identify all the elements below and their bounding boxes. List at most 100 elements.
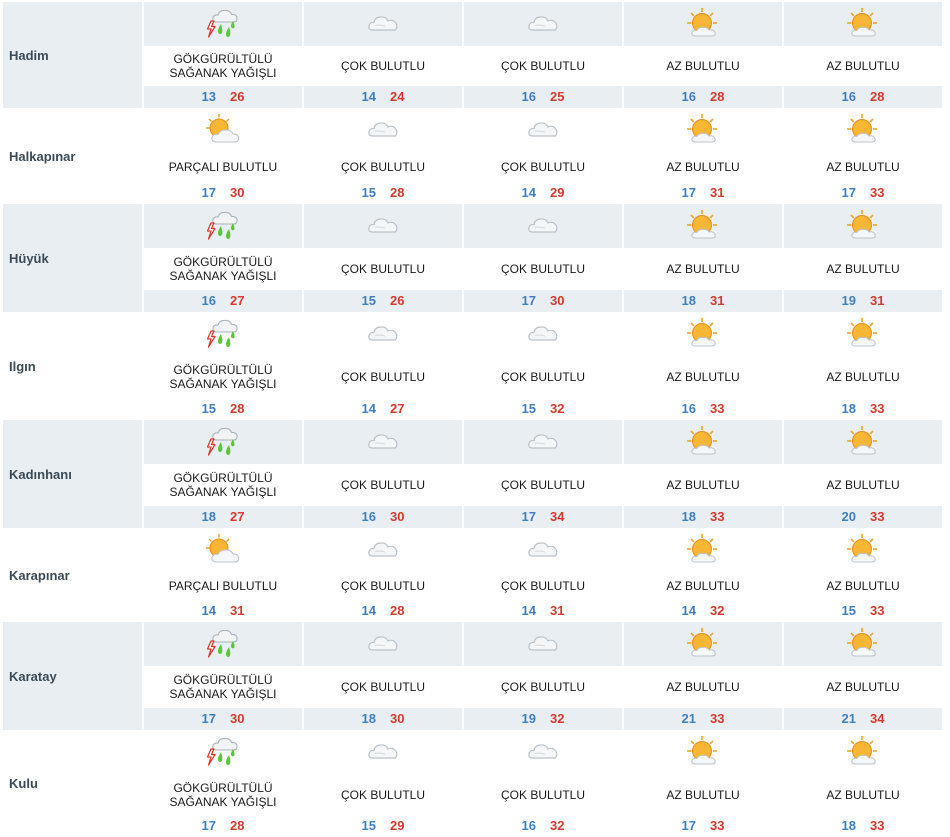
temperature-band: 19 31: [784, 290, 942, 312]
min-temp: 14: [681, 603, 696, 618]
condition-text: ÇOK BULUTLU: [340, 788, 426, 802]
condition-text: AZ BULUTLU: [826, 160, 900, 174]
min-temp: 14: [361, 401, 376, 416]
cloudy-icon: [525, 424, 561, 460]
temperature-pair: 17 30: [144, 708, 302, 730]
icon-band: [144, 420, 302, 464]
sun-cloud-icon: [685, 532, 721, 568]
icon-band: [784, 2, 942, 46]
temperature-band: 13 26: [144, 86, 302, 108]
forecast-cell: ÇOK BULUTLU 14 31: [464, 528, 622, 622]
partly-cloudy-icon: [205, 532, 241, 568]
min-temp: 19: [841, 293, 856, 308]
temperature-pair: 17 30: [464, 290, 622, 312]
icon-band: [144, 730, 302, 774]
city-name-cell: Karapınar: [3, 528, 142, 622]
thunderstorm-rain-icon: [205, 6, 241, 42]
temperature-band: 18 33: [784, 815, 942, 837]
forecast-cell: AZ BULUTLU 19 31: [784, 204, 942, 312]
forecast-cell: AZ BULUTLU 15 33: [784, 528, 942, 622]
condition-text: SAĞANAK YAĞIŞLI: [169, 795, 277, 809]
forecast-cell: ÇOK BULUTLU 17 34: [464, 420, 622, 528]
condition-text: ÇOK BULUTLU: [340, 680, 426, 694]
forecast-cell: GÖKGÜRÜLTÜLÜ SAĞANAK YAĞIŞLI 17 30: [144, 622, 302, 730]
condition-text: ÇOK BULUTLU: [340, 160, 426, 174]
max-temp: 28: [870, 89, 885, 104]
temperature-pair: 16 33: [624, 398, 782, 420]
max-temp: 32: [550, 818, 565, 833]
forecast-cell: ÇOK BULUTLU 18 30: [304, 622, 462, 730]
icon-band: [304, 420, 462, 464]
temperature-pair: 15 32: [464, 398, 622, 420]
max-temp: 34: [550, 509, 565, 524]
cloudy-icon: [365, 208, 401, 244]
city-name-cell: Kadınhanı: [3, 420, 142, 528]
condition-text: SAĞANAK YAĞIŞLI: [169, 377, 277, 391]
temperature-band: 14 28: [304, 600, 462, 622]
condition-text: AZ BULUTLU: [666, 579, 740, 593]
condition-text: GÖKGÜRÜLTÜLÜ: [173, 255, 273, 269]
condition-text: AZ BULUTLU: [826, 370, 900, 384]
condition-text: ÇOK BULUTLU: [500, 59, 586, 73]
sun-cloud-icon: [845, 532, 881, 568]
temperature-band: 18 31: [624, 290, 782, 312]
forecast-cell: ÇOK BULUTLU 14 29: [464, 108, 622, 204]
max-temp: 28: [390, 603, 405, 618]
icon-band: [624, 528, 782, 572]
icon-band: [464, 622, 622, 666]
min-temp: 17: [841, 185, 856, 200]
temperature-band: 18 33: [784, 398, 942, 420]
temperature-pair: 17 28: [144, 815, 302, 837]
temperature-pair: 14 28: [304, 600, 462, 622]
sun-cloud-icon: [685, 208, 721, 244]
max-temp: 30: [230, 185, 245, 200]
max-temp: 27: [230, 293, 245, 308]
max-temp: 27: [390, 401, 405, 416]
condition-text: ÇOK BULUTLU: [340, 59, 426, 73]
temperature-pair: 15 28: [144, 398, 302, 420]
city-name-cell: Hüyük: [3, 204, 142, 312]
forecast-cell: ÇOK BULUTLU 15 32: [464, 312, 622, 420]
min-temp: 19: [521, 711, 536, 726]
max-temp: 30: [390, 711, 405, 726]
condition-text: PARÇALI BULUTLU: [168, 160, 278, 174]
condition-text: AZ BULUTLU: [666, 59, 740, 73]
cloudy-icon: [365, 734, 401, 770]
city-name: Kulu: [9, 776, 38, 791]
temperature-band: 14 24: [304, 86, 462, 108]
thunderstorm-rain-icon: [205, 626, 241, 662]
temperature-pair: 16 30: [304, 506, 462, 528]
icon-band: [624, 622, 782, 666]
icon-band: [304, 312, 462, 356]
forecast-cell: ÇOK BULUTLU 16 32: [464, 730, 622, 837]
temperature-pair: 16 25: [464, 86, 622, 108]
max-temp: 34: [870, 711, 885, 726]
city-name: Kadınhanı: [9, 466, 72, 482]
temperature-band: 14 32: [624, 600, 782, 622]
temperature-pair: 15 29: [304, 815, 462, 837]
min-temp: 17: [681, 818, 696, 833]
temperature-pair: 14 31: [464, 600, 622, 622]
temperature-band: 19 32: [464, 708, 622, 730]
condition-text: GÖKGÜRÜLTÜLÜ: [173, 363, 273, 377]
city-name: Hüyük: [9, 250, 49, 266]
min-temp: 15: [361, 293, 376, 308]
max-temp: 31: [230, 603, 245, 618]
city-row: Kadınhanı GÖKGÜRÜLTÜLÜ SAĞANAK YAĞIŞLI 18 27…: [0, 420, 943, 528]
min-temp: 16: [681, 89, 696, 104]
condition-text: AZ BULUTLU: [666, 370, 740, 384]
min-temp: 17: [681, 185, 696, 200]
condition-text: SAĞANAK YAĞIŞLI: [169, 485, 277, 499]
icon-band: [304, 730, 462, 774]
temperature-band: 17 31: [624, 182, 782, 204]
forecast-cell: ÇOK BULUTLU 16 30: [304, 420, 462, 528]
condition-text: ÇOK BULUTLU: [500, 160, 586, 174]
icon-band: [784, 420, 942, 464]
min-temp: 17: [201, 185, 216, 200]
icon-band: [464, 108, 622, 152]
condition-text: AZ BULUTLU: [826, 262, 900, 276]
forecast-cell: AZ BULUTLU 21 33: [624, 622, 782, 730]
max-temp: 33: [710, 401, 725, 416]
temperature-band: 15 33: [784, 600, 942, 622]
icon-band: [624, 420, 782, 464]
